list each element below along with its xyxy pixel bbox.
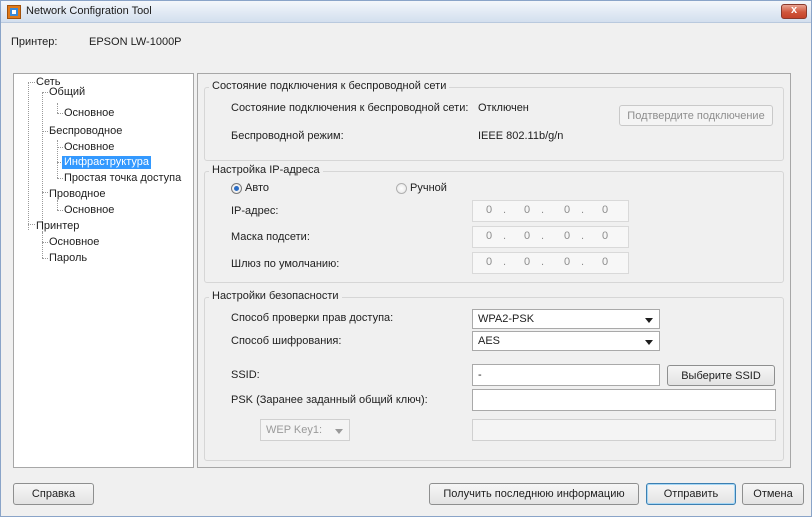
printer-name: EPSON LW-1000P bbox=[89, 36, 182, 48]
gateway-label: Шлюз по умолчанию: bbox=[231, 258, 340, 270]
title-bar: Network Configration Tool x bbox=[1, 1, 811, 23]
refresh-info-button[interactable]: Получить последнюю информацию bbox=[429, 483, 639, 505]
psk-label: PSK (Заранее заданный общий ключ): bbox=[231, 394, 428, 406]
cancel-button[interactable]: Отмена bbox=[742, 483, 804, 505]
tree-item-password[interactable]: Пароль bbox=[47, 252, 89, 265]
tree-item-simple-ap[interactable]: Простая точка доступа bbox=[62, 172, 183, 185]
ip-settings-title: Настройка IP-адреса bbox=[209, 164, 323, 176]
ip-address-label: IP-адрес: bbox=[231, 205, 279, 217]
close-button[interactable]: x bbox=[781, 4, 807, 19]
wireless-mode-label: Беспроводной режим: bbox=[231, 130, 344, 142]
confirm-connection-button[interactable]: Подтвердите подключение bbox=[619, 105, 773, 126]
tree-item-general-basic[interactable]: Основное bbox=[62, 107, 116, 120]
auth-method-select[interactable]: WPA2-PSK bbox=[472, 309, 660, 329]
tree-item-wired[interactable]: Проводное bbox=[47, 188, 107, 201]
settings-tree: Сеть Общий Основное Беспроводное Основно… bbox=[13, 73, 194, 468]
subnet-mask-label: Маска подсети: bbox=[231, 231, 310, 243]
auth-method-label: Способ проверки прав доступа: bbox=[231, 312, 394, 324]
tree-connector bbox=[57, 103, 58, 113]
chevron-down-icon bbox=[335, 429, 343, 434]
help-button[interactable]: Справка bbox=[13, 483, 94, 505]
send-button[interactable]: Отправить bbox=[646, 483, 736, 505]
manual-ip-radio[interactable] bbox=[396, 183, 407, 194]
chevron-down-icon bbox=[645, 318, 653, 323]
ssid-label: SSID: bbox=[231, 369, 260, 381]
wireless-status-group: Состояние подключения к беспроводной сет… bbox=[204, 80, 784, 161]
psk-input[interactable] bbox=[472, 389, 776, 411]
window-title: Network Configration Tool bbox=[26, 5, 152, 17]
subnet-mask-field[interactable]: 0 . 0 . 0 . 0 bbox=[472, 226, 629, 248]
manual-ip-label[interactable]: Ручной bbox=[410, 182, 447, 194]
tree-item-printer-basic[interactable]: Основное bbox=[47, 236, 101, 249]
auto-ip-radio[interactable] bbox=[231, 183, 242, 194]
gateway-field[interactable]: 0 . 0 . 0 . 0 bbox=[472, 252, 629, 274]
tree-connector bbox=[42, 92, 43, 232]
tree-item-general[interactable]: Общий bbox=[47, 86, 87, 99]
encryption-select[interactable]: AES bbox=[472, 331, 660, 351]
app-window: Network Configration Tool x Принтер: EPS… bbox=[0, 0, 812, 517]
connection-status-label: Состояние подключения к беспроводной сет… bbox=[231, 102, 469, 114]
ssid-input[interactable]: - bbox=[472, 364, 660, 386]
tree-item-wireless-basic[interactable]: Основное bbox=[62, 141, 116, 154]
select-ssid-button[interactable]: Выберите SSID bbox=[667, 365, 775, 386]
close-icon: x bbox=[790, 4, 798, 16]
ip-settings-group: Настройка IP-адреса Авто Ручной IP-адрес… bbox=[204, 164, 784, 283]
wep-key-input[interactable] bbox=[472, 419, 776, 441]
tree-item-wired-basic[interactable]: Основное bbox=[62, 204, 116, 217]
tree-item-wireless[interactable]: Беспроводное bbox=[47, 125, 124, 138]
app-icon bbox=[7, 5, 21, 19]
wep-key-select[interactable]: WEP Key1: bbox=[260, 419, 350, 441]
tree-item-infrastructure[interactable]: Инфраструктура bbox=[62, 156, 152, 169]
tree-connector bbox=[57, 200, 58, 210]
printer-label: Принтер: bbox=[11, 36, 58, 48]
tree-item-printer[interactable]: Принтер bbox=[34, 220, 81, 233]
chevron-down-icon bbox=[645, 340, 653, 345]
tree-connector bbox=[42, 232, 43, 258]
tree-connector bbox=[28, 82, 29, 230]
settings-content: Состояние подключения к беспроводной сет… bbox=[197, 73, 791, 468]
auto-ip-label[interactable]: Авто bbox=[245, 182, 269, 194]
tree-connector bbox=[57, 140, 58, 178]
security-title: Настройки безопасности bbox=[209, 290, 342, 302]
security-group: Настройки безопасности Способ проверки п… bbox=[204, 290, 784, 461]
ip-address-field[interactable]: 0 . 0 . 0 . 0 bbox=[472, 200, 629, 222]
encryption-label: Способ шифрования: bbox=[231, 335, 342, 347]
connection-status-value: Отключен bbox=[478, 102, 529, 114]
wireless-status-title: Состояние подключения к беспроводной сет… bbox=[209, 80, 450, 92]
wireless-mode-value: IEEE 802.11b/g/n bbox=[478, 130, 564, 142]
